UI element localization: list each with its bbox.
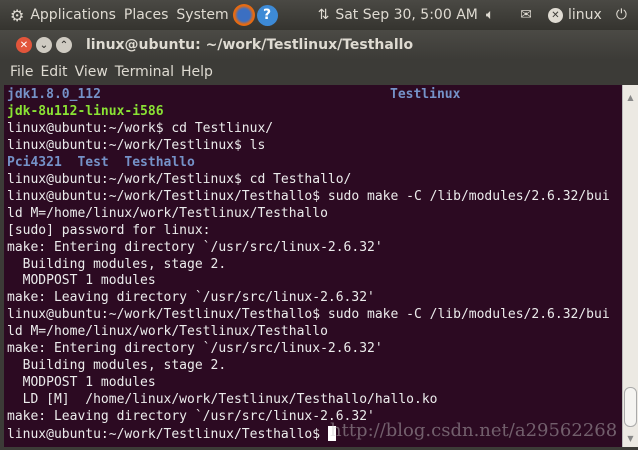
terminal-line: MODPOST 1 modules [7, 375, 156, 391]
menu-applications[interactable]: Applications [30, 7, 116, 23]
ubuntu-logo-icon[interactable]: ⚙ [10, 6, 24, 25]
terminal-line: Building modules, stage 2. [7, 358, 227, 374]
terminal-output[interactable]: jdk1.8.0_112 Testlinux jdk-8u112-linux-i58… [4, 85, 622, 447]
dir-entries: Pci4321 Test Testhallo [7, 154, 195, 170]
terminal-line: linux@ubuntu:~/work/Testlinux/Testhallo$… [7, 307, 610, 323]
window-title: linux@ubuntu: ~/work/Testlinux/Testhallo [86, 37, 414, 53]
terminal-line: linux@ubuntu:~/work/Testlinux$ ls [7, 137, 266, 153]
menu-help[interactable]: Help [181, 64, 213, 80]
terminal-line: [sudo] password for linux: [7, 222, 211, 238]
terminal-line: make: Entering directory `/usr/src/linux… [7, 239, 383, 255]
menu-terminal[interactable]: Terminal [115, 64, 174, 80]
dir-entry: jdk1.8.0_112 [7, 87, 101, 102]
scrollbar[interactable]: ▲ ▼ [622, 85, 638, 447]
menu-system[interactable]: System [176, 7, 228, 23]
menu-places[interactable]: Places [124, 7, 169, 23]
terminal-line: MODPOST 1 modules [7, 273, 156, 289]
firefox-icon[interactable] [232, 4, 255, 26]
terminal-line: ld M=/home/linux/work/Testlinux/Testhall… [7, 324, 328, 340]
window-titlebar[interactable]: ✕ ⌄ ⌃ linux@ubuntu: ~/work/Testlinux/Tes… [0, 30, 638, 60]
scrollbar-thumb[interactable] [624, 387, 637, 427]
maximize-button[interactable]: ⌃ [56, 37, 72, 53]
network-icon[interactable]: ⇅ [318, 7, 330, 23]
dir-entry: Testlinux [390, 87, 461, 102]
menu-file[interactable]: File [10, 64, 33, 80]
power-icon[interactable]: ⏻ [616, 7, 627, 23]
mail-icon[interactable]: ✉ [520, 7, 532, 23]
terminal-line: linux@ubuntu:~/work/Testlinux$ cd Testha… [7, 171, 352, 187]
help-icon[interactable]: ? [256, 4, 278, 26]
prompt: linux@ubuntu:~/work/Testlinux/Testhallo$ [7, 427, 328, 443]
terminal-line: linux@ubuntu:~/work$ cd Testlinux/ [7, 120, 274, 136]
top-panel: ⚙ Applications Places System ? ⇅ Sat Sep… [0, 0, 638, 30]
terminal-lines: linux@ubuntu:~/work/Testlinux$ cd Testha… [7, 172, 622, 426]
menu-edit[interactable]: Edit [40, 64, 67, 80]
minimize-button[interactable]: ⌄ [36, 37, 52, 53]
user-status-icon[interactable]: ✕ [548, 7, 563, 23]
terminal-line: make: Entering directory `/usr/src/linux… [7, 341, 383, 357]
terminal-line: ld M=/home/linux/work/Testlinux/Testhall… [7, 205, 328, 221]
clock[interactable]: Sat Sep 30, 5:00 AM [335, 7, 478, 23]
menubar: File Edit View Terminal Help [0, 60, 638, 84]
terminal-line: Building modules, stage 2. [7, 256, 227, 272]
scroll-up-arrow-icon[interactable]: ▲ [623, 93, 638, 102]
close-button[interactable]: ✕ [16, 37, 32, 53]
user-name[interactable]: linux [568, 7, 602, 23]
menu-view[interactable]: View [75, 64, 108, 80]
watermark: http://blog.csdn.net/a29562268 [330, 420, 618, 441]
terminal-line: LD [M] /home/linux/work/Testlinux/Testha… [7, 392, 438, 408]
dir-entry: jdk-8u112-linux-i586 [7, 103, 164, 119]
scroll-down-arrow-icon[interactable]: ▼ [623, 434, 638, 443]
terminal-line: linux@ubuntu:~/work/Testlinux/Testhallo$… [7, 188, 610, 204]
ls-row: jdk1.8.0_112 Testlinux [7, 87, 622, 104]
terminal-line: make: Leaving directory `/usr/src/linux-… [7, 290, 375, 306]
volume-icon[interactable]: 🔈︎ [486, 7, 494, 23]
